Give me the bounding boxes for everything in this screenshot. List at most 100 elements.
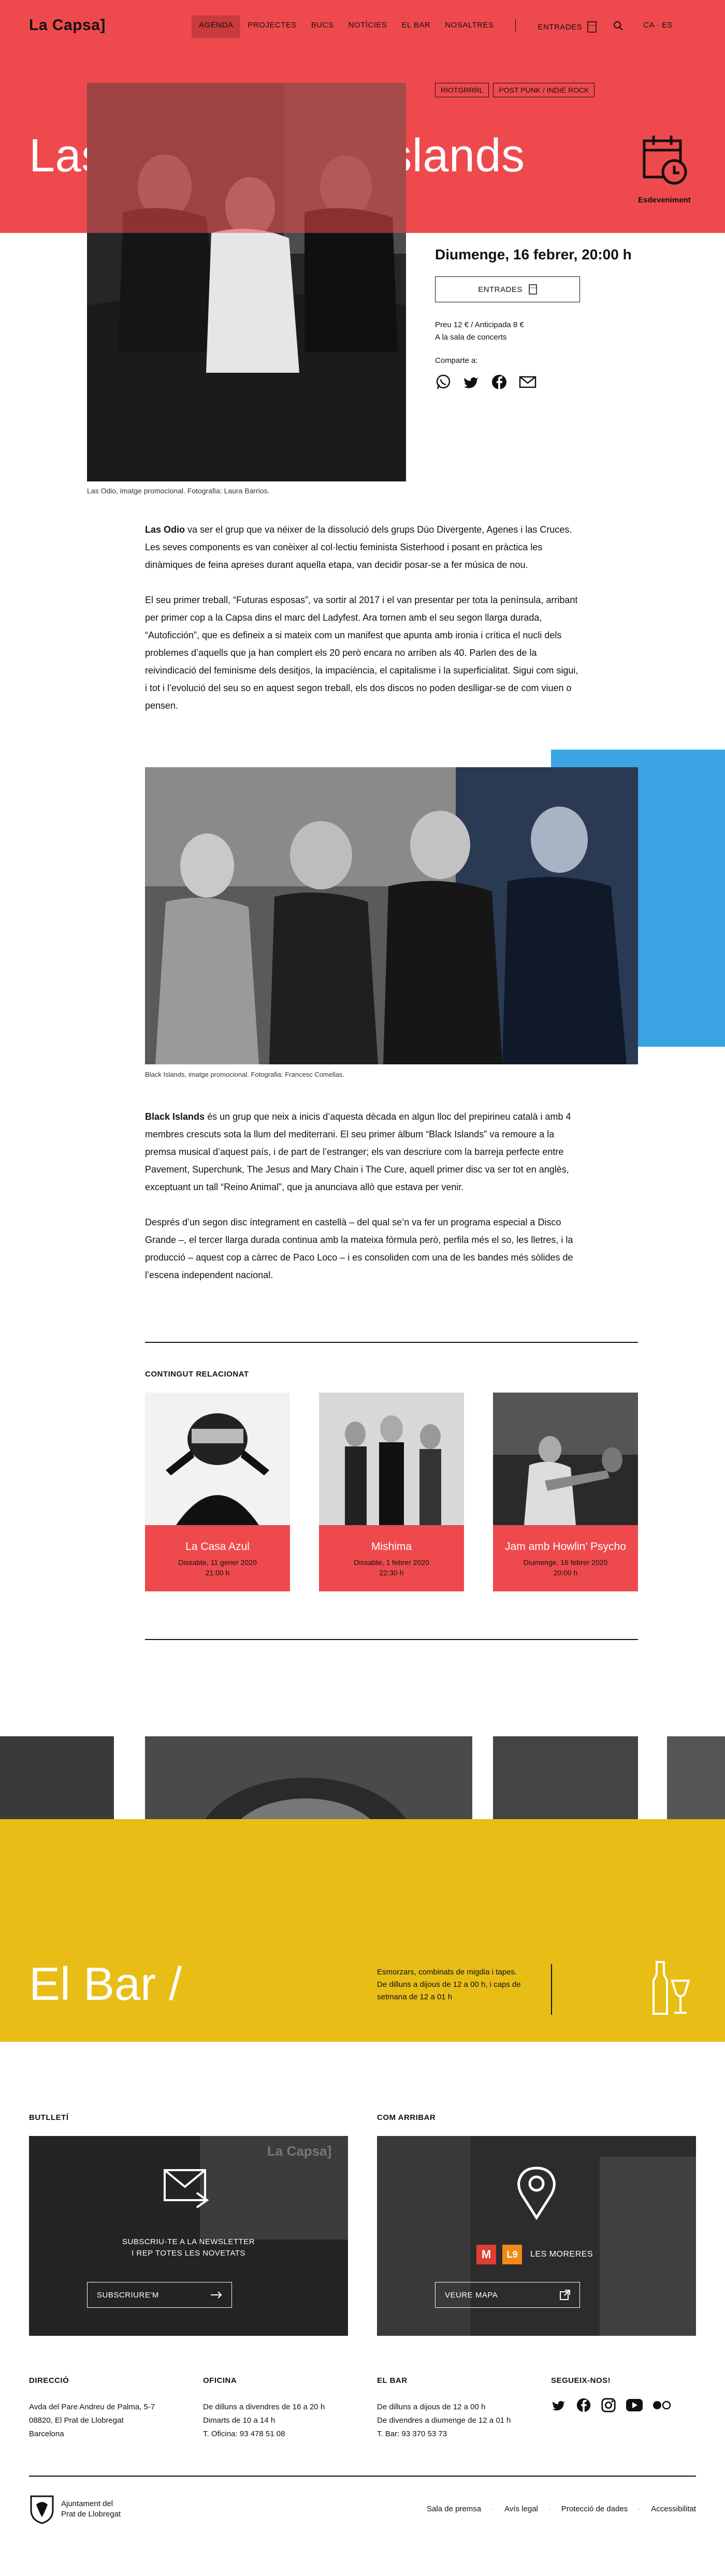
- footer-heading: SEGUEIX-NOS!: [551, 2376, 611, 2385]
- youtube-icon[interactable]: [626, 2398, 643, 2412]
- footer-link-avis-legal[interactable]: Avís legal: [504, 2505, 538, 2513]
- newsletter-text-line: I REP TOTES LES NOVETATS: [132, 2249, 245, 2258]
- ajuntament-logo[interactable]: Ajuntament del Prat de Llobregat: [29, 2494, 121, 2524]
- arrow-right-icon: [211, 2291, 222, 2299]
- facebook-icon[interactable]: [576, 2397, 591, 2413]
- related-card-la-casa-azul[interactable]: La Casa Azul Dissabte, 11 gener 2020 21:…: [145, 1393, 290, 1591]
- map-pin-icon: [517, 2167, 556, 2220]
- footer-link-accessibilitat[interactable]: Accessibilitat: [651, 2505, 696, 2513]
- price-info: Preu 12 € / Anticipada 8 € A la sala de …: [435, 319, 524, 344]
- card-title: Mishima: [371, 1541, 412, 1553]
- card-date: Diumenge, 16 febrer 2020: [523, 1558, 608, 1567]
- social-icons: [551, 2397, 696, 2413]
- card-title: La Casa Azul: [185, 1541, 250, 1553]
- ajuntament-name-line: Prat de Llobregat: [61, 2510, 121, 2519]
- card-image: [145, 1393, 290, 1525]
- bar-title[interactable]: El Bar /: [29, 1958, 182, 2011]
- related-label: CONTINGUT RELACIONAT: [145, 1370, 249, 1379]
- nav-el-bar[interactable]: EL BAR: [394, 16, 438, 38]
- paragraph-text: és un grup que neix a inicis d’aquesta d…: [145, 1111, 571, 1192]
- nav-noticies[interactable]: NOTÍCIES: [341, 16, 395, 38]
- whatsapp-icon[interactable]: [435, 374, 452, 390]
- nav-projectes[interactable]: PROJECTES: [240, 16, 304, 38]
- newsletter-text: SUBSCRIU-TE A LA NEWSLETTER I REP TOTES …: [29, 2236, 348, 2259]
- footer-line: T. Bar: 93 370 53 73: [377, 2429, 447, 2438]
- nav-bucs[interactable]: BUCS: [304, 16, 341, 38]
- artist-name: Las Odio: [145, 524, 185, 535]
- newsletter-panel: La Capsa] SUBSCRIU-TE A LA NEWSLETTER I …: [29, 2136, 348, 2336]
- card-info: Jam amb Howlin’ Psycho Diumenge, 16 febr…: [493, 1525, 638, 1591]
- share-label: Comparte a:: [435, 356, 478, 365]
- venue-sign: La Capsa]: [267, 2143, 332, 2159]
- band-photo: [145, 767, 638, 1064]
- card-image: [493, 1393, 638, 1525]
- paragraph: Després d’un segon disc íntegrament en c…: [145, 1217, 573, 1280]
- card-date: Dissabte, 11 gener 2020: [178, 1558, 257, 1567]
- footer-heading: DIRECCIÓ: [29, 2376, 69, 2385]
- divider: [145, 1639, 638, 1640]
- card-info: Mishima Dissabte, 1 febrer 2020 22:30 h: [319, 1525, 464, 1591]
- link-separator: ·: [548, 2505, 551, 2513]
- site-logo[interactable]: La Capsa]: [29, 17, 106, 34]
- facebook-icon[interactable]: [491, 374, 508, 390]
- related-card-jam-howlin-psycho[interactable]: Jam amb Howlin’ Psycho Diumenge, 16 febr…: [493, 1393, 638, 1591]
- twitter-icon[interactable]: [551, 2398, 567, 2412]
- footer-social: SEGUEIX-NOS!: [551, 2376, 696, 2413]
- venue-line: A la sala de concerts: [435, 333, 507, 342]
- footer-divider: [29, 2476, 696, 2477]
- divider: [145, 1342, 638, 1343]
- subscribe-button[interactable]: SUBSCRIURE'M: [87, 2282, 232, 2308]
- search-button[interactable]: [604, 16, 631, 38]
- event-type-label: Esdeveniment: [638, 196, 691, 204]
- event-description-1: Las Odio va ser el grup que va néixer de…: [145, 521, 580, 732]
- footer-line: Barcelona: [29, 2429, 64, 2438]
- paragraph: Black Islands és un grup que neix a inic…: [145, 1108, 580, 1196]
- directions-label: COM ARRIBAR: [377, 2113, 436, 2122]
- footer-line: Avda del Pare Andreu de Palma, 5-7: [29, 2403, 155, 2411]
- instagram-icon[interactable]: [601, 2397, 616, 2413]
- paragraph: Las Odio va ser el grup que va néixer de…: [145, 521, 580, 574]
- footer-heading: OFICINA: [203, 2376, 237, 2385]
- mail-icon[interactable]: [519, 374, 536, 390]
- newsletter-label: BUTLLETÍ: [29, 2113, 69, 2122]
- paragraph-text: va ser el grup que va néixer de la disso…: [145, 524, 572, 570]
- directions-panel: M L9 LES MORERES VEURE MAPA: [377, 2136, 696, 2336]
- main-photo-caption: Las Odio, imatge promocional. Fotografia…: [87, 487, 270, 495]
- main-event-photo: [87, 83, 406, 481]
- link-separator: ·: [638, 2505, 641, 2513]
- flickr-icon[interactable]: [653, 2401, 671, 2410]
- footer-link-proteccio[interactable]: Protecció de dades: [561, 2505, 628, 2513]
- footer-link-premsa[interactable]: Sala de premsa: [427, 2505, 481, 2513]
- footer-line: De divendres a diumenge de 12 a 01 h: [377, 2416, 511, 2425]
- view-map-button[interactable]: VEURE MAPA: [435, 2282, 580, 2308]
- twitter-icon[interactable]: [463, 374, 480, 390]
- tag-post-punk[interactable]: POST PUNK / INDIE ROCK: [493, 83, 595, 97]
- calendar-clock-icon: [643, 136, 687, 185]
- nav-agenda[interactable]: AGENDA: [192, 16, 241, 38]
- footer-links: Sala de premsa · Avís legal · Protecció …: [427, 2505, 696, 2513]
- link-separator: ·: [491, 2505, 495, 2513]
- nav-nosaltres[interactable]: NOSALTRES: [438, 16, 501, 38]
- metro-icon: M: [476, 2245, 496, 2264]
- metro-station: LES MORERES: [530, 2250, 593, 2259]
- ticket-icon: [587, 21, 597, 33]
- main-nav: AGENDA PROJECTES BUCS NOTÍCIES EL BAR NO…: [192, 16, 680, 38]
- nav-entrades[interactable]: ENTRADES: [530, 16, 604, 38]
- bar-divider: [551, 1964, 552, 2015]
- buy-tickets-button[interactable]: ENTRADES: [435, 276, 580, 302]
- ticket-icon: [529, 284, 537, 295]
- paragraph: El seu primer treball, “Futuras esposas”…: [145, 595, 578, 711]
- event-date: Diumenge, 16 febrer, 20:00 h: [435, 246, 632, 262]
- card-image: [319, 1393, 464, 1525]
- ajuntament-name: Ajuntament del Prat de Llobregat: [61, 2499, 121, 2520]
- newsletter-text-line: SUBSCRIU-TE A LA NEWSLETTER: [122, 2237, 255, 2246]
- price-line: Preu 12 € / Anticipada 8 €: [435, 320, 524, 329]
- card-info: La Casa Azul Dissabte, 11 gener 2020 21:…: [145, 1525, 290, 1591]
- drinks-icon: [653, 1961, 690, 2015]
- language-switcher[interactable]: CA · ES: [631, 16, 680, 38]
- tag-riotgrrrl[interactable]: RIOTGRRRL: [435, 83, 489, 97]
- newsletter-icon: [164, 2169, 209, 2208]
- footer-direccio: DIRECCIÓ Avda del Pare Andreu de Palma, …: [29, 2376, 184, 2441]
- event-tags: RIOTGRRRL POST PUNK / INDIE ROCK: [435, 83, 595, 97]
- related-card-mishima[interactable]: Mishima Dissabte, 1 febrer 2020 22:30 h: [319, 1393, 464, 1591]
